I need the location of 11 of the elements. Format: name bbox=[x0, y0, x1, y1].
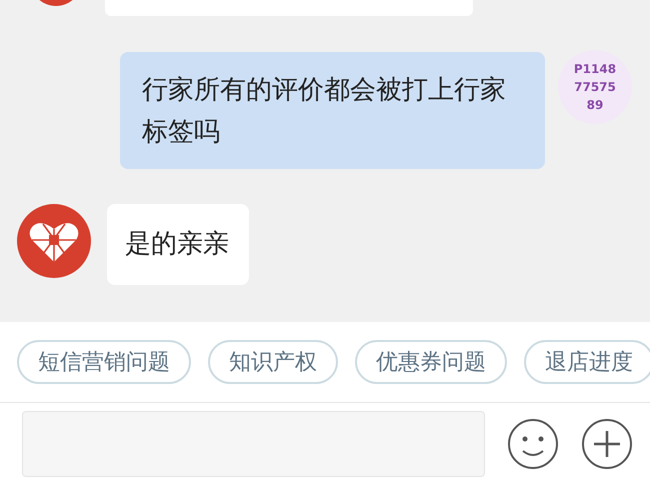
message-bubble: 是的亲亲 bbox=[107, 204, 249, 285]
quick-reply-chip[interactable]: 短信营销问题 bbox=[17, 340, 191, 384]
quick-reply-chip[interactable]: 知识产权 bbox=[208, 340, 338, 384]
emoji-icon[interactable] bbox=[507, 418, 559, 470]
heart-logo-icon bbox=[17, 204, 91, 278]
plus-icon[interactable] bbox=[581, 418, 633, 470]
quick-reply-chip[interactable]: 退店进度 bbox=[524, 340, 650, 384]
message-input-field[interactable] bbox=[22, 410, 485, 476]
quick-reply-chip[interactable]: 优惠券问题 bbox=[355, 340, 507, 384]
message-bubble: 行家所有的评价都会被打上行家标签吗 bbox=[120, 52, 545, 169]
user-avatar: P11487757589 bbox=[558, 50, 632, 124]
